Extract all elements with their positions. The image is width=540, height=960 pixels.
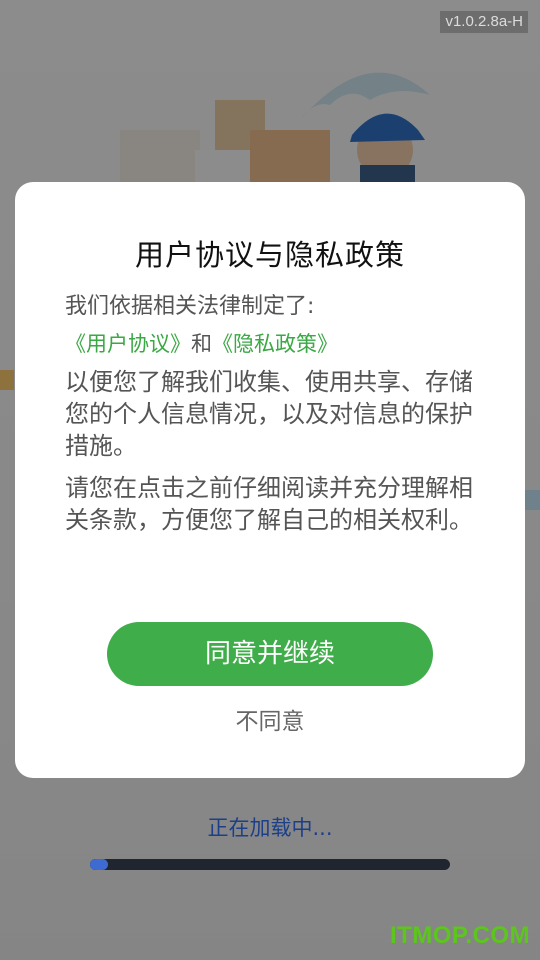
version-badge: v1.0.2.8a-H <box>440 11 528 33</box>
agree-continue-button[interactable]: 同意并继续 <box>107 622 433 686</box>
privacy-dialog: 用户协议与隐私政策 我们依据相关法律制定了: 《用户协议》和《隐私政策》 以便您… <box>15 182 525 778</box>
dialog-intro: 我们依据相关法律制定了: <box>65 294 315 319</box>
user-agreement-link[interactable]: 《用户协议》 <box>65 332 191 356</box>
loading-progress-fill <box>90 859 108 870</box>
disagree-button[interactable]: 不同意 <box>15 702 525 736</box>
dialog-paragraph-2: 请您在点击之前仔细阅读并充分理解相关条款，方便您了解自己的相关权利。 <box>65 474 473 534</box>
agreement-links: 《用户协议》和《隐私政策》 <box>65 328 338 358</box>
site-watermark: ITMOP.COM <box>389 922 530 949</box>
dialog-title: 用户协议与隐私政策 <box>134 238 405 272</box>
privacy-policy-link[interactable]: 《隐私政策》 <box>212 332 338 356</box>
and-text: 和 <box>191 332 212 356</box>
loading-progress-bar <box>90 859 450 870</box>
loading-text: 正在加载中... <box>207 816 333 840</box>
dialog-paragraph-1: 以便您了解我们收集、使用共享、存储您的个人信息情况，以及对信息的保护措施。 <box>65 368 473 460</box>
